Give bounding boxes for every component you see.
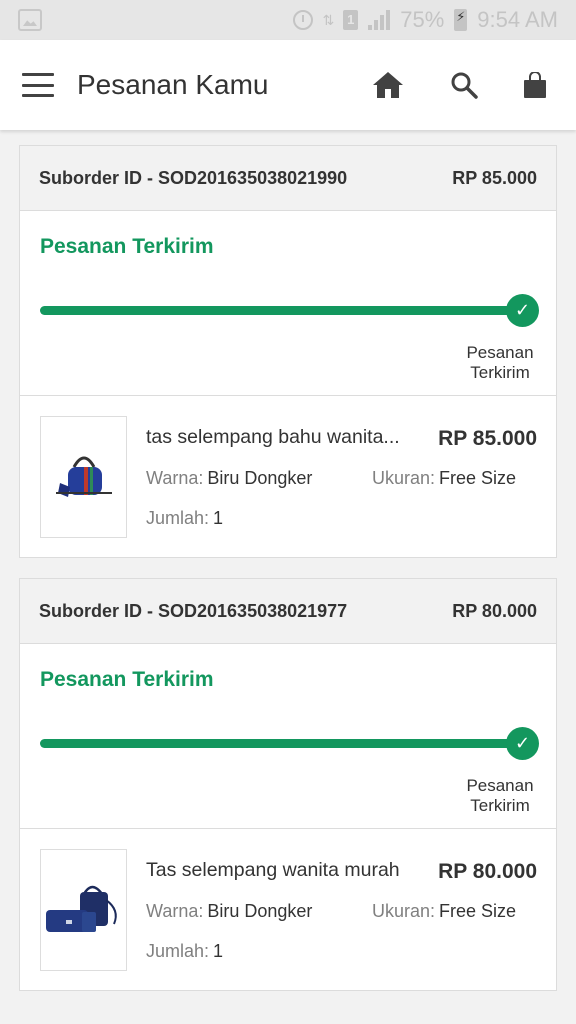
clock: 9:54 AM (477, 7, 558, 32)
step-label-line2: Terkirim (470, 363, 530, 382)
step-label: Pesanan Terkirim (455, 776, 545, 816)
battery-percent: 75% (400, 7, 445, 32)
check-icon: ✓ (506, 294, 539, 327)
qty-value: 1 (213, 508, 224, 528)
order-card: Suborder ID - SOD201635038021990 RP 85.0… (19, 145, 557, 558)
product-image[interactable] (40, 416, 127, 538)
bag-icon[interactable] (524, 72, 546, 98)
sim-icon: 1 (343, 10, 359, 30)
color-attr: Warna: Biru Dongker (146, 901, 312, 922)
product-price: RP 80.000 (438, 860, 537, 883)
size-attr: Ukuran: Free Size (372, 901, 516, 922)
color-label: Warna: (146, 468, 204, 488)
signal-icon (368, 10, 391, 30)
step-label: Pesanan Terkirim (455, 343, 545, 383)
qty-value: 1 (213, 941, 224, 961)
status-bar: ⇅ 1 75% 9:54 AM (0, 0, 576, 40)
color-value: Biru Dongker (207, 901, 313, 921)
size-attr: Ukuran: Free Size (372, 468, 516, 489)
menu-icon[interactable] (22, 73, 54, 97)
step-label-line1: Pesanan (466, 776, 534, 795)
product-price: RP 85.000 (438, 427, 537, 450)
app-bar: Pesanan Kamu (0, 40, 576, 130)
progress-track (40, 306, 518, 315)
status-icons: ⇅ 1 75% 9:54 AM (292, 7, 558, 33)
order-card: Suborder ID - SOD201635038021977 RP 80.0… (19, 578, 557, 991)
qty-label: Jumlah: (146, 941, 210, 961)
size-value: Free Size (439, 468, 517, 488)
size-value: Free Size (439, 901, 517, 921)
size-label: Ukuran: (372, 901, 436, 921)
home-icon[interactable] (372, 71, 404, 99)
app-actions (372, 71, 554, 99)
progress-track (40, 739, 518, 748)
page-title: Pesanan Kamu (77, 69, 269, 100)
order-status: Pesanan Terkirim ✓ Pesanan Terkirim (20, 644, 556, 829)
qty-label: Jumlah: (146, 508, 210, 528)
product-image[interactable] (40, 849, 127, 971)
color-label: Warna: (146, 901, 204, 921)
size-label: Ukuran: (372, 468, 436, 488)
suborder-id: Suborder ID - SOD201635038021977 (39, 600, 348, 621)
data-icon: ⇅ (322, 11, 335, 28)
order-total: RP 80.000 (452, 600, 537, 621)
color-value: Biru Dongker (207, 468, 313, 488)
qty-attr: Jumlah: 1 (146, 508, 223, 529)
step-label-line2: Terkirim (470, 796, 530, 815)
color-attr: Warna: Biru Dongker (146, 468, 312, 489)
product-name[interactable]: Tas selempang wanita murah (146, 859, 421, 882)
order-header: Suborder ID - SOD201635038021990 RP 85.0… (20, 146, 556, 211)
suborder-id: Suborder ID - SOD201635038021990 (39, 167, 348, 188)
order-item[interactable]: tas selempang bahu wanita... RP 85.000 W… (20, 396, 556, 557)
image-icon (18, 9, 42, 31)
battery-icon (454, 9, 468, 31)
check-icon: ✓ (506, 727, 539, 760)
order-item[interactable]: Tas selempang wanita murah RP 80.000 War… (20, 829, 556, 990)
status-title: Pesanan Terkirim (40, 235, 214, 258)
step-label-line1: Pesanan (466, 343, 534, 362)
order-status: Pesanan Terkirim ✓ Pesanan Terkirim (20, 211, 556, 396)
orders-list: Suborder ID - SOD201635038021990 RP 85.0… (19, 145, 557, 1011)
product-name[interactable]: tas selempang bahu wanita... (146, 426, 421, 449)
qty-attr: Jumlah: 1 (146, 941, 223, 962)
alarm-icon (292, 10, 313, 30)
order-header: Suborder ID - SOD201635038021977 RP 80.0… (20, 579, 556, 644)
order-total: RP 85.000 (452, 167, 537, 188)
search-icon[interactable] (450, 71, 478, 99)
status-title: Pesanan Terkirim (40, 668, 214, 691)
